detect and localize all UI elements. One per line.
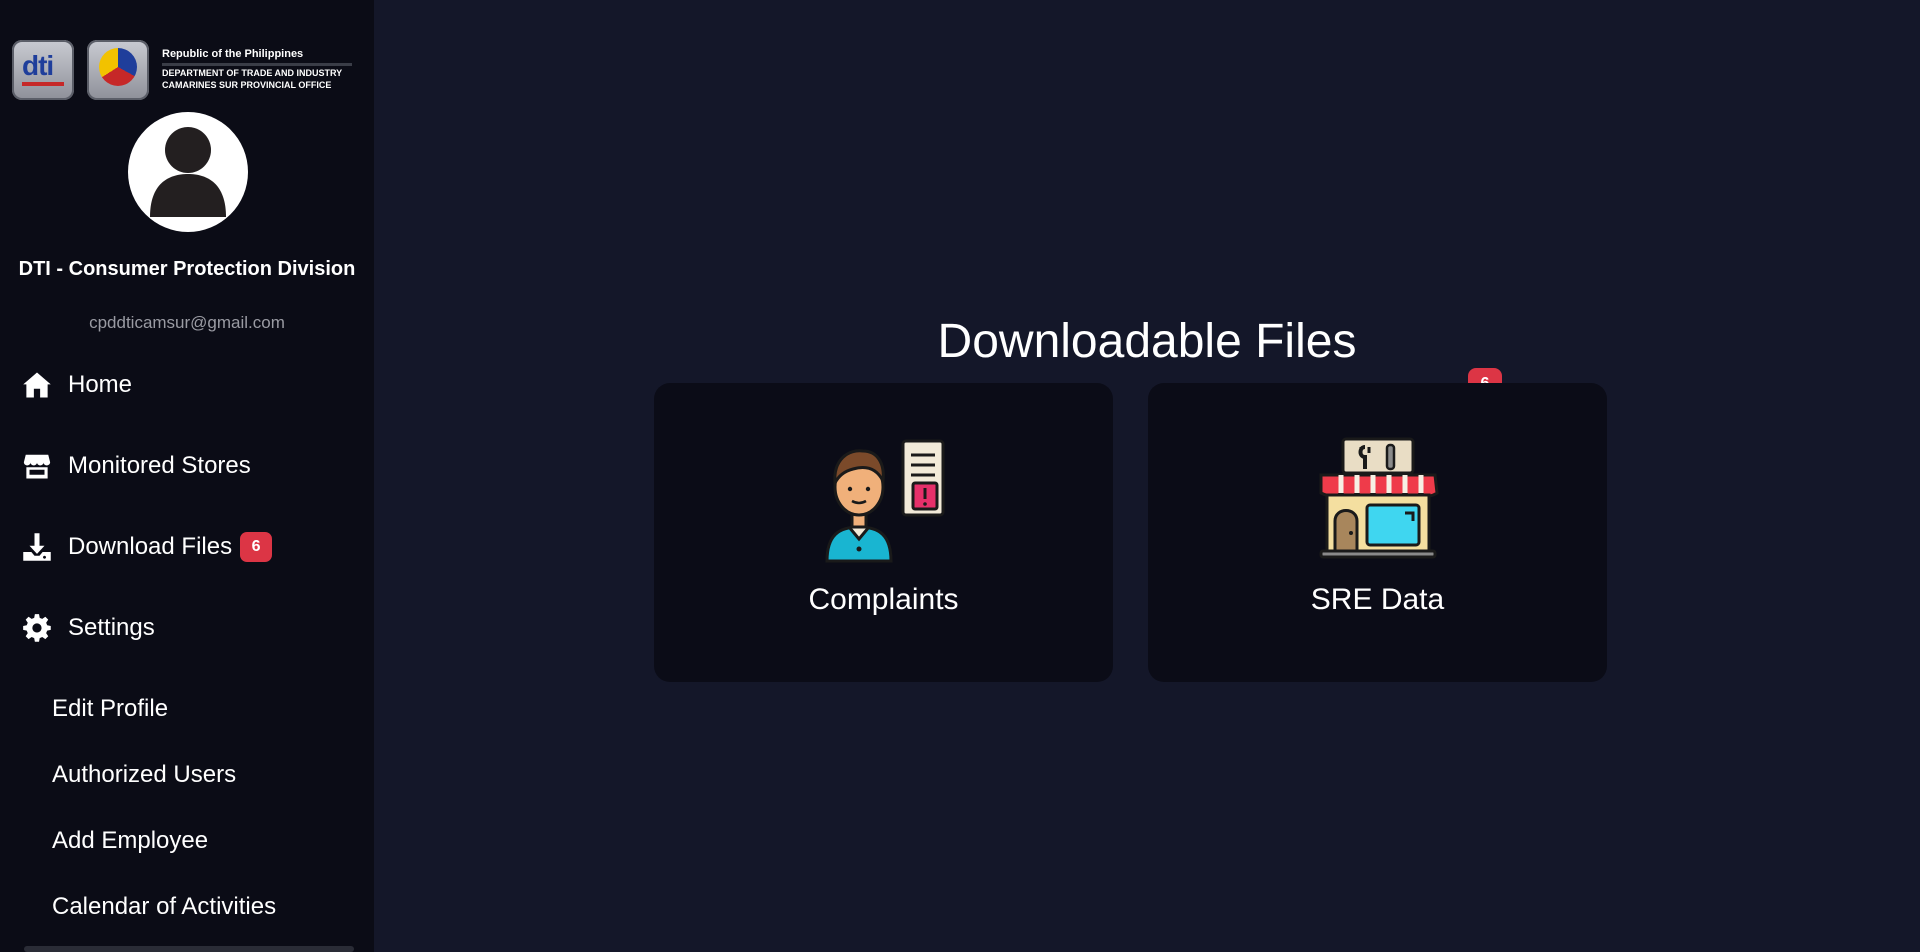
sre-data-label: SRE Data: [1310, 583, 1445, 616]
sidebar-item-label: Settings: [68, 614, 155, 641]
profile-email: cpddticamsur@gmail.com: [89, 313, 285, 332]
page-title: Downloadable Files: [937, 315, 1357, 368]
agency-text: Republic of the Philippines DEPARTMENT O…: [162, 48, 352, 90]
country-label: Republic of the Philippines: [162, 48, 352, 66]
home-icon: [20, 368, 54, 402]
sidebar-item-home[interactable]: Home: [20, 365, 132, 405]
main-content: Downloadable Files Complaints SRE Data: [374, 0, 1920, 952]
profile-name: DTI - Consumer Protection Division: [18, 258, 356, 280]
sidebar-item-download-files[interactable]: Download Files 6: [20, 527, 273, 567]
complaint-person-icon: [824, 439, 944, 563]
sidebar-item-settings[interactable]: Settings: [20, 608, 155, 648]
sre-data-card[interactable]: SRE Data: [1148, 383, 1607, 682]
sidebar-item-label: Monitored Stores: [68, 452, 251, 479]
gear-icon: [20, 611, 54, 645]
sidebar-item-add-employee[interactable]: Add Employee: [52, 827, 208, 855]
brand-header: dti Republic of the Philippines DEPARTME…: [12, 40, 352, 100]
sidebar-item-label: Home: [68, 371, 133, 398]
repair-shop-icon: [1319, 437, 1439, 559]
bagong-pilipinas-logo: [87, 40, 149, 100]
avatar: [128, 112, 248, 232]
sidebar-item-calendar[interactable]: Calendar of Activities: [52, 893, 276, 921]
sidebar-item-authorized-users[interactable]: Authorized Users: [52, 761, 236, 789]
sidebar-item-monitored-stores[interactable]: Monitored Stores: [20, 446, 251, 486]
download-icon: [20, 530, 54, 564]
sidebar-scrollbar[interactable]: [24, 946, 354, 952]
dti-logo: dti: [12, 40, 74, 100]
sidebar: dti Republic of the Philippines DEPARTME…: [0, 0, 374, 952]
download-count-badge: 6: [240, 532, 273, 562]
user-icon: [150, 127, 226, 217]
complaints-label: Complaints: [808, 583, 959, 616]
sidebar-item-edit-profile[interactable]: Edit Profile: [52, 695, 168, 723]
sidebar-item-label: Download Files: [68, 533, 233, 560]
department-label: DEPARTMENT OF TRADE AND INDUSTRY: [162, 68, 343, 78]
complaints-card[interactable]: Complaints: [654, 383, 1113, 682]
office-label: CAMARINES SUR PROVINCIAL OFFICE: [162, 80, 332, 90]
app-root: dti Republic of the Philippines DEPARTME…: [0, 0, 1920, 952]
store-icon: [20, 449, 54, 483]
